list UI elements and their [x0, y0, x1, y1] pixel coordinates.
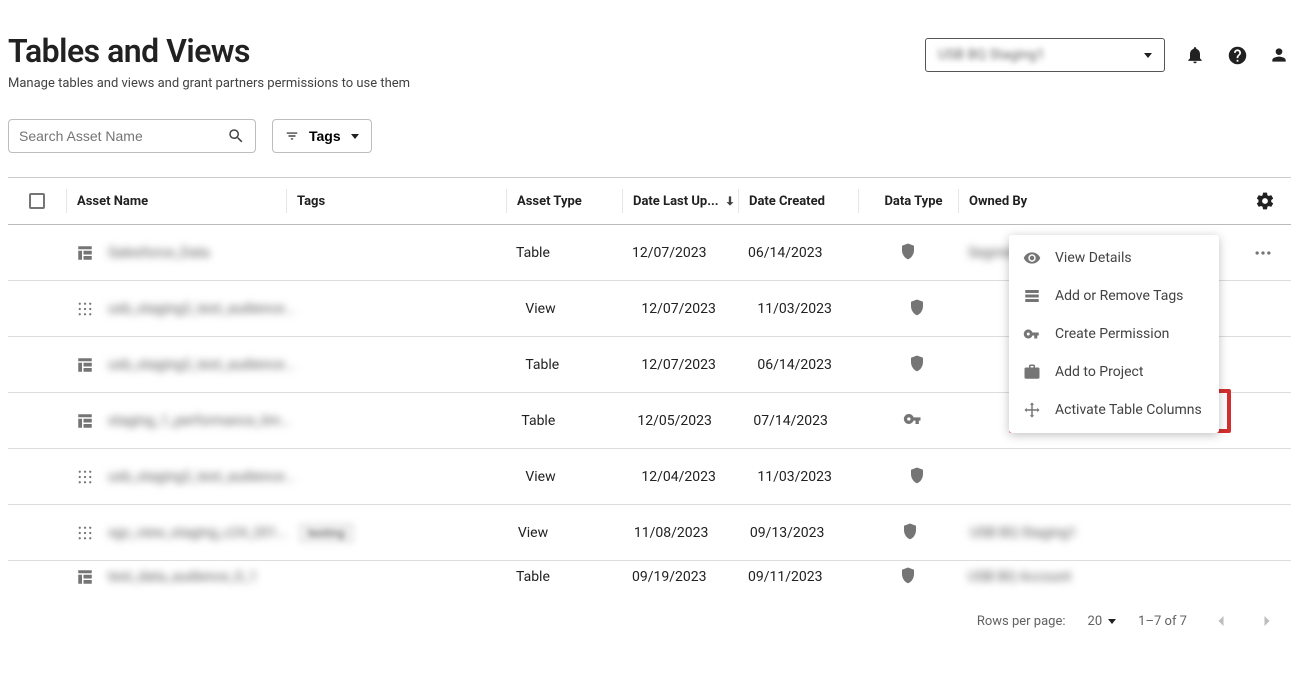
created-cell: 09/11/2023 [738, 569, 858, 585]
col-tags[interactable]: Tags [286, 189, 506, 213]
col-asset-type[interactable]: Asset Type [506, 189, 622, 213]
key-icon [1023, 325, 1041, 343]
shield-icon [899, 566, 917, 588]
view-icon [76, 524, 94, 542]
select-all-checkbox[interactable] [29, 193, 45, 209]
table-icon [76, 356, 94, 374]
col-data-type[interactable]: Data Type [858, 189, 958, 213]
table-row[interactable]: usb_staging2_test_audience... View12/04/2… [8, 449, 1291, 505]
page-title: Tables and Views [8, 32, 410, 70]
prev-page-button[interactable] [1209, 609, 1233, 633]
tags-filter-label: Tags [309, 128, 341, 144]
tag-icon [1023, 287, 1041, 305]
shield-icon [908, 354, 926, 376]
asset-type-cell: View [515, 301, 631, 317]
search-input-wrapper[interactable] [8, 119, 256, 153]
table-icon [76, 568, 94, 586]
created-cell: 11/03/2023 [747, 301, 867, 317]
chevron-down-icon [351, 134, 359, 139]
asset-type-cell: Table [506, 569, 622, 585]
shield-icon [899, 242, 917, 264]
updated-cell: 12/05/2023 [627, 413, 743, 429]
asset-name: staging_1_performance_lim... [108, 413, 291, 429]
chevron-down-icon [1144, 53, 1152, 58]
account-selected-value: USB BQ Staging1 [938, 47, 1045, 63]
search-input[interactable] [19, 128, 219, 144]
row-context-menu: View Details Add or Remove Tags Create P… [1009, 235, 1219, 433]
table-row[interactable]: test_data_audience_0_1 Table09/19/202309/… [8, 561, 1291, 593]
table-icon [76, 244, 94, 262]
asset-name: usb_staging2_test_audience... [108, 469, 295, 485]
help-icon[interactable] [1225, 43, 1249, 67]
pagination-range: 1–7 of 7 [1138, 614, 1187, 629]
table-row[interactable]: sgc_view_staging_c24_201...testingView11… [8, 505, 1291, 561]
created-cell: 11/03/2023 [747, 469, 867, 485]
view-icon [76, 468, 94, 486]
page-subtitle: Manage tables and views and grant partne… [8, 76, 410, 91]
menu-add-remove-tags[interactable]: Add or Remove Tags [1009, 277, 1219, 315]
asset-type-cell: Table [515, 357, 631, 373]
tags-cell: testing [288, 525, 508, 541]
briefcase-icon [1023, 363, 1041, 381]
table-header: Asset Name Tags Asset Type Date Last Up.… [8, 177, 1291, 225]
updated-cell: 12/04/2023 [631, 469, 747, 485]
menu-add-to-project[interactable]: Add to Project [1009, 353, 1219, 391]
shield-icon [908, 298, 926, 320]
asset-type-cell: View [508, 525, 624, 541]
filter-icon [285, 129, 299, 143]
col-asset-name[interactable]: Asset Name [66, 189, 286, 213]
asset-name: test_data_audience_0_1 [108, 569, 257, 585]
gear-icon[interactable] [1253, 189, 1277, 213]
asset-type-cell: Table [506, 245, 622, 261]
asset-name: usb_staging2_test_audience... [108, 357, 295, 373]
key-icon [903, 409, 923, 433]
owned-by-cell: USB BQ Account [968, 569, 1071, 585]
menu-activate-table-columns[interactable]: Activate Table Columns [1009, 391, 1219, 429]
created-cell: 06/14/2023 [747, 357, 867, 373]
created-cell: 07/14/2023 [743, 413, 863, 429]
created-cell: 06/14/2023 [738, 245, 858, 261]
rows-per-page-label: Rows per page: [977, 614, 1066, 629]
view-icon [76, 300, 94, 318]
updated-cell: 11/08/2023 [624, 525, 740, 541]
rows-per-page-select[interactable]: 20 [1088, 614, 1117, 629]
sort-desc-icon [723, 194, 737, 208]
eye-icon [1023, 249, 1041, 267]
asset-name: Salesforce_Data [108, 245, 210, 261]
col-owned-by[interactable]: Owned By [958, 189, 1128, 213]
next-page-button[interactable] [1255, 609, 1279, 633]
shield-icon [908, 466, 926, 488]
table-icon [76, 412, 94, 430]
updated-cell: 12/07/2023 [631, 357, 747, 373]
asset-name: usb_staging2_test_audience... [108, 301, 295, 317]
col-date-updated[interactable]: Date Last Up... [622, 189, 738, 213]
account-select[interactable]: USB BQ Staging1 [925, 38, 1165, 72]
shield-icon [901, 522, 919, 544]
person-icon[interactable] [1267, 43, 1291, 67]
asset-name: sgc_view_staging_c24_201... [108, 525, 288, 541]
updated-cell: 12/07/2023 [622, 245, 738, 261]
menu-view-details[interactable]: View Details [1009, 239, 1219, 277]
asset-type-cell: Table [511, 413, 627, 429]
menu-create-permission[interactable]: Create Permission [1009, 315, 1219, 353]
updated-cell: 12/07/2023 [631, 301, 747, 317]
move-icon [1023, 401, 1041, 419]
tags-filter-button[interactable]: Tags [272, 119, 372, 153]
asset-type-cell: View [515, 469, 631, 485]
created-cell: 09/13/2023 [740, 525, 860, 541]
updated-cell: 09/19/2023 [622, 569, 738, 585]
search-icon [227, 127, 245, 145]
col-date-created[interactable]: Date Created [738, 189, 858, 213]
chevron-down-icon [1108, 619, 1116, 624]
owned-by-cell: USB BQ Staging1 [970, 525, 1077, 541]
bell-icon[interactable] [1183, 43, 1207, 67]
